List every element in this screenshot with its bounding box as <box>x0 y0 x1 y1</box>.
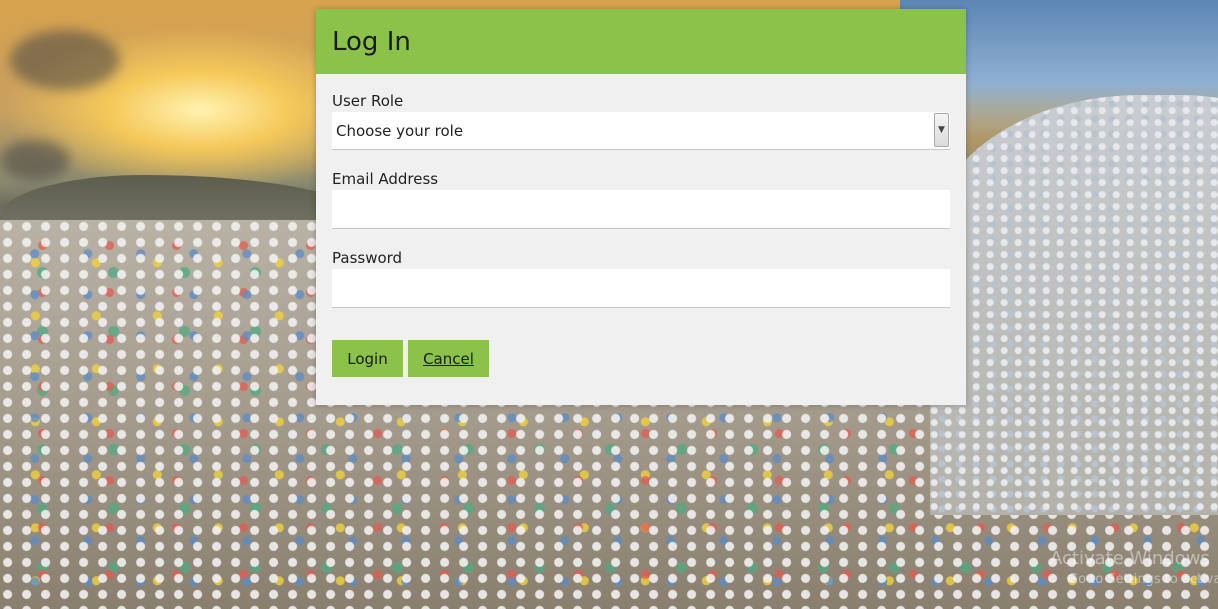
password-label: Password <box>332 249 403 267</box>
cloud <box>0 140 70 180</box>
waste-pile-right <box>930 95 1218 515</box>
email-label: Email Address <box>332 170 439 188</box>
email-field[interactable] <box>332 190 950 229</box>
chevron-down-icon[interactable]: ▼ <box>934 113 949 147</box>
form-buttons: Login Cancel <box>332 340 950 377</box>
password-field[interactable] <box>332 269 950 308</box>
login-panel: Log In User Role Choose your role ▼ Emai… <box>316 9 966 405</box>
user-role-select[interactable]: Choose your role ▼ <box>332 112 950 150</box>
activate-windows-watermark: Activate Windows <box>1050 548 1210 569</box>
password-group: Password <box>332 249 950 308</box>
login-form: User Role Choose your role ▼ Email Addre… <box>316 74 966 377</box>
page-title: Log In <box>332 26 411 57</box>
login-header: Log In <box>316 9 966 74</box>
cloud <box>10 30 120 90</box>
email-group: Email Address <box>332 170 950 229</box>
cancel-button[interactable]: Cancel <box>408 340 489 377</box>
activate-windows-subtext: Go to Settings to activate Windows. <box>1068 572 1218 587</box>
user-role-label: User Role <box>332 92 404 110</box>
user-role-group: User Role Choose your role ▼ <box>332 92 950 150</box>
user-role-selected-value: Choose your role <box>336 121 464 140</box>
login-button[interactable]: Login <box>332 340 403 377</box>
